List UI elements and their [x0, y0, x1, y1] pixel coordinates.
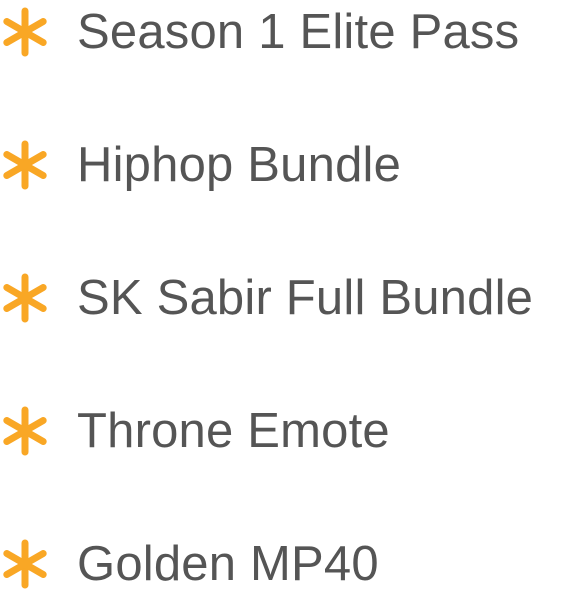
asterisk-icon [3, 273, 47, 323]
asterisk-icon [3, 539, 47, 589]
asterisk-icon [3, 406, 47, 456]
list-item: Golden MP40 [0, 534, 379, 594]
list-item: Season 1 Elite Pass [0, 2, 519, 62]
list-item: SK Sabir Full Bundle [0, 268, 533, 328]
asterisk-icon [3, 140, 47, 190]
list-item: Hiphop Bundle [0, 135, 401, 195]
item-label: Golden MP40 [77, 537, 379, 591]
rewards-list: Season 1 Elite Pass Hiphop Bundle SK Sab… [0, 0, 580, 591]
asterisk-icon [3, 7, 47, 57]
item-label: SK Sabir Full Bundle [77, 271, 534, 325]
item-label: Season 1 Elite Pass [77, 5, 520, 59]
item-label: Throne Emote [77, 404, 390, 458]
item-label: Hiphop Bundle [77, 138, 402, 192]
list-item: Throne Emote [0, 401, 390, 461]
